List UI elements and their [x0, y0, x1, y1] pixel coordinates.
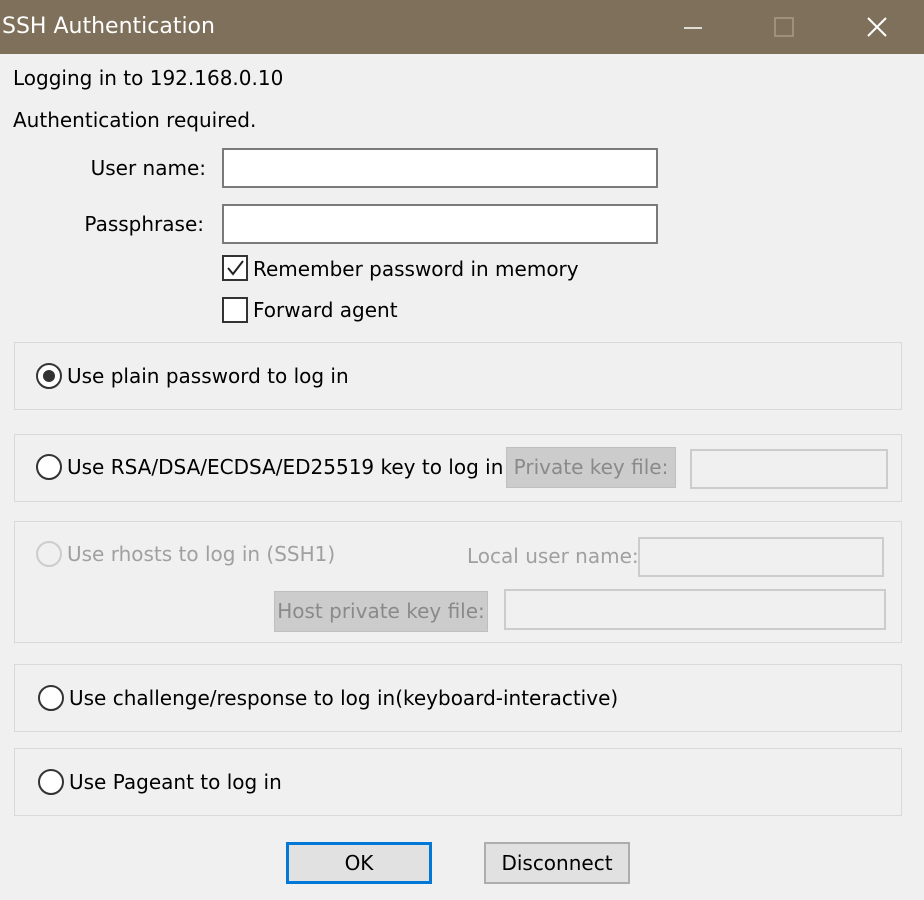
- rhosts-radio[interactable]: [36, 541, 62, 567]
- host-private-key-file-button[interactable]: Host private key file:: [274, 591, 488, 632]
- private-key-file-input[interactable]: [690, 449, 888, 489]
- pageant-radio[interactable]: [38, 769, 64, 795]
- ok-button[interactable]: OK: [286, 842, 432, 884]
- host-private-key-file-input[interactable]: [504, 589, 886, 630]
- forward-agent-checkbox[interactable]: [222, 297, 248, 323]
- forward-agent-label: Forward agent: [253, 298, 398, 322]
- key-login-label: Use RSA/DSA/ECDSA/ED25519 key to log in: [67, 455, 504, 479]
- minimize-button[interactable]: [646, 0, 738, 54]
- minimize-icon: [684, 27, 702, 29]
- auth-required-text: Authentication required.: [13, 108, 257, 132]
- window-title: SSH Authentication: [2, 14, 215, 39]
- close-icon: [867, 17, 887, 37]
- passphrase-input[interactable]: [222, 204, 658, 244]
- local-user-name-input[interactable]: [638, 537, 884, 577]
- checkmark-icon: [227, 260, 244, 276]
- challenge-response-label: Use challenge/response to log in(keyboar…: [69, 686, 619, 710]
- challenge-response-radio[interactable]: [38, 685, 64, 711]
- maximize-button[interactable]: [738, 0, 830, 54]
- plain-password-label: Use plain password to log in: [67, 364, 349, 388]
- remember-password-label: Remember password in memory: [253, 257, 579, 281]
- close-button[interactable]: [830, 0, 922, 54]
- pageant-label: Use Pageant to log in: [69, 770, 282, 794]
- remember-password-checkbox[interactable]: [222, 255, 248, 281]
- title-bar: SSH Authentication: [0, 0, 924, 54]
- plain-password-radio[interactable]: [36, 363, 62, 389]
- rhosts-label: Use rhosts to log in (SSH1): [67, 542, 336, 566]
- passphrase-label: Passphrase:: [84, 212, 204, 236]
- username-input[interactable]: [222, 148, 658, 188]
- maximize-icon: [774, 17, 794, 37]
- private-key-file-button[interactable]: Private key file:: [506, 447, 676, 488]
- disconnect-button[interactable]: Disconnect: [484, 842, 630, 884]
- username-label: User name:: [90, 156, 206, 180]
- key-login-radio[interactable]: [36, 454, 62, 480]
- local-user-name-label: Local user name:: [467, 544, 639, 568]
- logging-in-text: Logging in to 192.168.0.10: [13, 66, 284, 90]
